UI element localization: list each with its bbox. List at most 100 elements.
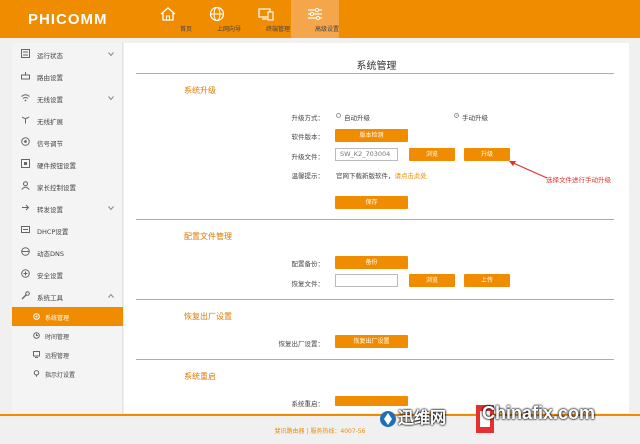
sidebar-item-label: 路由设置 [37,74,63,82]
sidebar-item-label: 无线扩展 [37,118,63,126]
status-icon [21,49,30,58]
sidebar-item-security[interactable]: 安全设置 [12,263,123,285]
remote-icon [33,351,40,358]
sliders-icon [308,7,322,21]
brand-logo: PHICOMM [28,11,108,28]
restore-file-input[interactable] [335,274,398,287]
upgrade-mode-label: 升级方式： [291,114,325,122]
nav-terminal-label: 终端管理 [265,26,290,33]
upgrade-button[interactable]: 升级 [464,148,510,161]
factory-reset-button[interactable]: 恢复出厂设置 [335,335,408,348]
tip-label: 温馨提示： [291,172,325,180]
sidebar-subitem-label: 远程管理 [45,353,70,360]
radio-manual-upgrade[interactable] [454,113,459,118]
upgrade-file-label: 升级文件： [291,153,325,161]
page-title: 系统管理 [356,61,397,72]
hardware-button-icon [21,159,30,168]
section-title-reboot: 系统重启 [184,372,216,381]
version-check-button[interactable]: 版本检测 [335,129,408,142]
sidebar-item-router[interactable]: 路由设置 [12,65,123,87]
wireless-extend-icon [21,116,30,124]
sidebar-item-hardware-button[interactable]: 硬件按钮设置 [12,153,123,175]
sidebar-item-label: 系统工具 [37,294,63,302]
sidebar-item-system-tools[interactable]: 系统工具 [12,285,123,307]
chevron-down-icon [108,96,114,101]
annotation-text: 选择文件进行手动升级 [546,176,611,184]
restore-browse-button[interactable]: 浏览 [409,274,455,287]
section-title-upgrade: 系统升级 [184,86,216,95]
nav-advanced-settings[interactable]: 高级设置 [291,0,339,38]
sidebar-subitem-indicator-light[interactable]: 指示灯设置 [12,364,123,383]
section-divider [136,219,614,220]
backup-button[interactable]: 备份 [335,256,408,269]
nav-home[interactable]: 首页 [144,0,192,38]
parent-control-icon [21,181,30,190]
sidebar-item-label: 硬件按钮设置 [37,162,76,170]
wifi-icon [21,94,30,102]
factory-reset-label: 恢复出厂设置： [278,340,325,348]
chevron-up-icon [108,293,114,298]
manual-upgrade-label: 手动升级 [462,114,488,122]
annotation-arrow-icon [509,161,548,179]
upgrade-browse-button[interactable]: 浏览 [409,148,455,161]
nav-advanced-label: 高级设置 [314,26,339,33]
devices-icon [258,8,274,21]
sidebar-item-label: 转发设置 [37,206,63,214]
tip-download-link[interactable]: 请点击此处 [395,172,428,180]
dhcp-icon [21,226,30,233]
sidebar-item-forward[interactable]: 转发设置 [12,197,123,219]
sidebar-item-label: 家长控制设置 [37,184,76,192]
section-divider [136,299,614,300]
upload-button[interactable]: 上传 [464,274,510,287]
top-navigation-bar: PHICOMM 首页 上网向导 终端管理 高级设置 [0,0,640,38]
section-divider [136,359,614,360]
software-version-label: 软件版本： [291,133,325,141]
sidebar-item-ddns[interactable]: 动态DNS [12,241,123,263]
sidebar-subitem-label: 时间管理 [45,334,70,341]
section-title-config: 配置文件管理 [184,232,232,241]
nav-terminal-manage[interactable]: 终端管理 [242,0,290,38]
sidebar-subitem-label: 系统管理 [45,315,70,322]
upgrade-file-input[interactable]: SW_K2_703004 [335,148,398,161]
sidebar-subitem-system-manage[interactable]: 系统管理 [12,307,123,326]
sidebar-item-run-status[interactable]: 运行状态 [12,43,123,65]
clock-icon [33,332,40,339]
sidebar-item-wireless[interactable]: 无线设置 [12,87,123,109]
indicator-light-icon [33,370,40,377]
sidebar-item-label: 动态DNS [37,250,64,258]
sidebar-subitem-label: 指示灯设置 [45,372,76,379]
main-panel: 系统管理 系统升级 升级方式： 自动升级 手动升级 软件版本： 版本检测 升级文… [124,43,629,413]
nav-internet-wizard[interactable]: 上网向导 [193,0,241,38]
ddns-icon [21,247,30,256]
chevron-down-icon [108,52,114,57]
auto-upgrade-label: 自动升级 [344,114,370,122]
nav-wizard-label: 上网向导 [216,26,241,33]
tip-text: 官网下载新版软件，请点击此处 [336,170,427,180]
section-title-factory: 恢复出厂设置 [184,312,232,321]
sidebar-item-parent-control[interactable]: 家长控制设置 [12,175,123,197]
sidebar-item-signal[interactable]: 信号调节 [12,131,123,153]
system-manage-icon [33,313,40,320]
sidebar-item-label: DHCP设置 [37,228,69,236]
sidebar-subitem-remote-manage[interactable]: 远程管理 [12,345,123,364]
nav-home-label: 首页 [179,26,192,33]
globe-icon [209,6,225,22]
chevron-down-icon [108,206,114,211]
radio-auto-upgrade[interactable] [336,113,341,118]
restore-file-label: 恢复文件： [291,280,325,288]
watermark-text-cn: 迅维网 [398,408,447,427]
sidebar-item-wireless-extend[interactable]: 无线扩展 [12,109,123,131]
router-icon [21,72,30,80]
save-button[interactable]: 保存 [335,196,408,209]
watermark-text-en: Chinafix.com [482,403,596,423]
reboot-label: 系统重启： [291,400,325,408]
sidebar-subitem-time-manage[interactable]: 时间管理 [12,326,123,345]
config-backup-label: 配置备份： [291,260,325,268]
sidebar-item-dhcp[interactable]: DHCP设置 [12,219,123,241]
wrench-icon [21,291,30,300]
sidebar-item-label: 运行状态 [37,52,63,60]
home-icon [160,7,176,21]
forward-icon [22,204,30,211]
signal-icon [21,137,30,146]
sidebar: 运行状态 路由设置 无线设置 无线扩展 信号调节 硬件按钮设置 家长控制设置 转… [12,43,123,413]
